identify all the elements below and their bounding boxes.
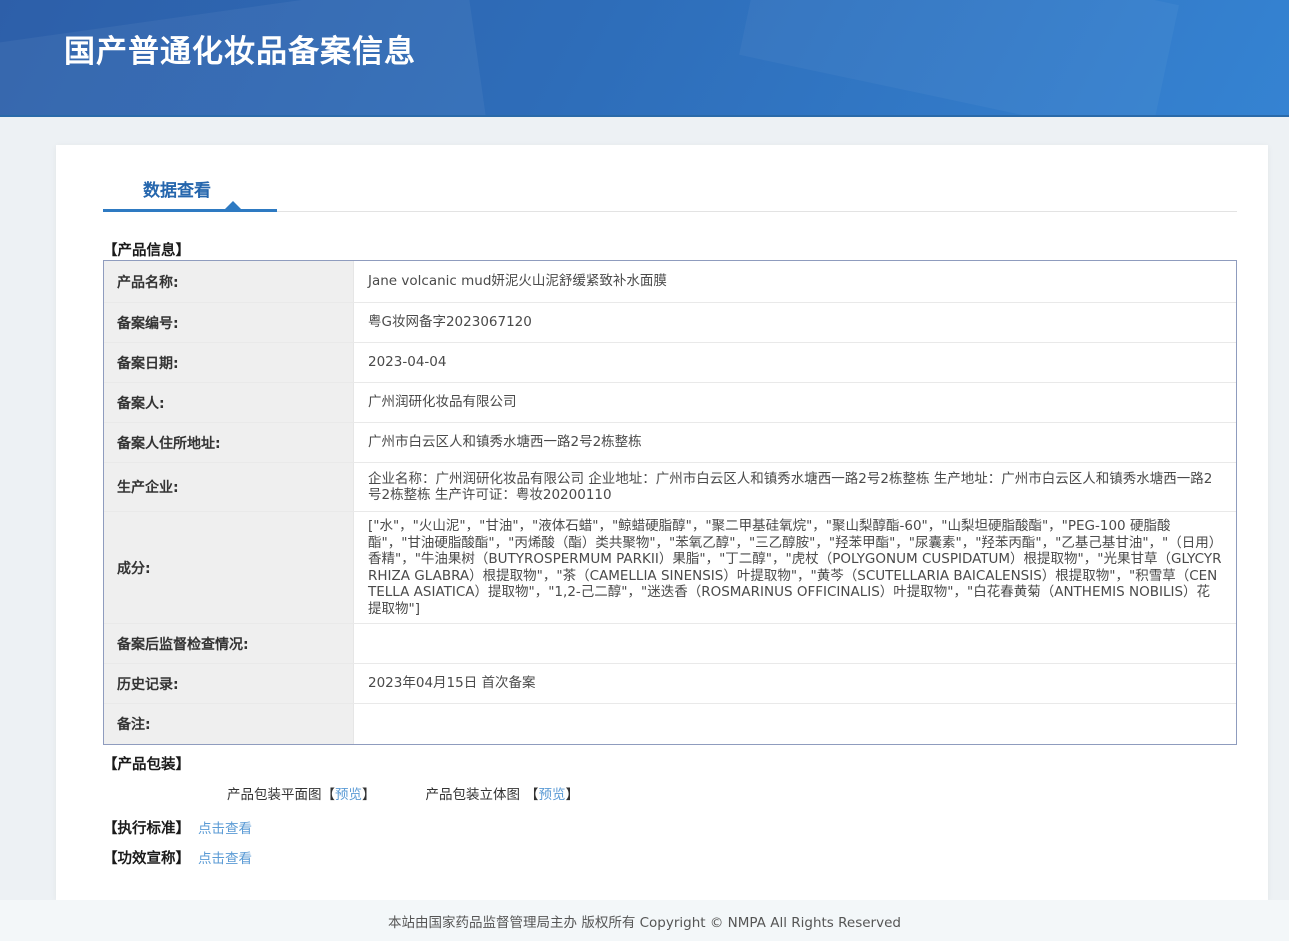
row-value: Jane volcanic mud妍泥火山泥舒缓紧致补水面膜 [354, 261, 1236, 302]
bracket-close: 】 [566, 787, 580, 803]
table-row-history: 历史记录: 2023年04月15日 首次备案 [104, 664, 1236, 704]
table-row-registration-number: 备案编号: 粤G妆网备字2023067120 [104, 303, 1236, 343]
tab-data-view[interactable]: 数据查看 [143, 176, 211, 201]
row-label: 生产企业: [104, 463, 354, 511]
row-value: 广州市白云区人和镇秀水塘西一路2号2栋整栋 [354, 423, 1236, 462]
copyright-text: 本站由国家药品监督管理局主办 版权所有 Copyright © NMPA All… [388, 911, 901, 931]
content-card: 数据查看 【产品信息】 产品名称: Jane volcanic mud妍泥火山泥… [56, 145, 1268, 900]
row-value [354, 704, 1236, 744]
product-info-table: 产品名称: Jane volcanic mud妍泥火山泥舒缓紧致补水面膜 备案编… [103, 260, 1237, 745]
bracket-open: 【 [525, 787, 539, 803]
row-label: 成分: [104, 512, 354, 623]
packaging-flat-preview-link[interactable]: 预览 [335, 787, 362, 803]
table-row-registration-date: 备案日期: 2023-04-04 [104, 343, 1236, 383]
packaging-flat-label: 产品包装平面图 [227, 787, 322, 803]
row-label: 备案编号: [104, 303, 354, 342]
tab-active-arrow-icon [225, 201, 241, 209]
tab-active-indicator [103, 209, 277, 212]
table-row-manufacturer: 生产企业: 企业名称：广州润研化妆品有限公司 企业地址：广州市白云区人和镇秀水塘… [104, 463, 1236, 512]
claims-click-view-link[interactable]: 点击查看 [198, 851, 252, 867]
table-row-product-name: 产品名称: Jane volcanic mud妍泥火山泥舒缓紧致补水面膜 [104, 261, 1236, 303]
section-title-claims: 【功效宣称】 [103, 851, 190, 867]
row-value: 2023-04-04 [354, 343, 1236, 382]
row-label: 备案人: [104, 383, 354, 422]
standard-click-view-link[interactable]: 点击查看 [198, 821, 252, 837]
row-value: ["水"，"火山泥"，"甘油"，"液体石蜡"，"鲸蜡硬脂醇"，"聚二甲基硅氧烷"… [354, 512, 1236, 623]
bracket-close: 】 [362, 787, 376, 803]
row-label: 备案日期: [104, 343, 354, 382]
packaging-flat-item: 产品包装平面图【预览】 [227, 783, 376, 803]
claims-row: 【功效宣称】点击查看 [103, 847, 252, 868]
page-banner: 国产普通化妆品备案信息 [0, 0, 1289, 117]
row-value: 2023年04月15日 首次备案 [354, 664, 1236, 703]
row-value: 企业名称：广州润研化妆品有限公司 企业地址：广州市白云区人和镇秀水塘西一路2号2… [354, 463, 1236, 511]
row-value [354, 624, 1236, 663]
tab-underline [103, 202, 1237, 212]
standard-row: 【执行标准】点击查看 [103, 817, 252, 838]
row-value: 粤G妆网备字2023067120 [354, 303, 1236, 342]
section-title-standard: 【执行标准】 [103, 821, 190, 837]
row-label: 备注: [104, 704, 354, 744]
packaging-stereo-item: 产品包装立体图【预览】 [426, 783, 580, 803]
row-label: 备案后监督检查情况: [104, 624, 354, 663]
packaging-stereo-preview-link[interactable]: 预览 [539, 787, 566, 803]
row-value: 广州润研化妆品有限公司 [354, 383, 1236, 422]
table-row-ingredients: 成分: ["水"，"火山泥"，"甘油"，"液体石蜡"，"鲸蜡硬脂醇"，"聚二甲基… [104, 512, 1236, 624]
page-title: 国产普通化妆品备案信息 [64, 26, 416, 71]
table-row-remarks: 备注: [104, 704, 1236, 744]
page-footer: 本站由国家药品监督管理局主办 版权所有 Copyright © NMPA All… [0, 900, 1289, 941]
packaging-stereo-label: 产品包装立体图 [426, 787, 521, 803]
section-title-product-info: 【产品信息】 [103, 239, 190, 260]
packaging-previews: 产品包装平面图【预览】 产品包装立体图【预览】 [227, 783, 579, 803]
table-row-supervision: 备案后监督检查情况: [104, 624, 1236, 664]
table-row-registrant: 备案人: 广州润研化妆品有限公司 [104, 383, 1236, 423]
row-label: 历史记录: [104, 664, 354, 703]
bracket-open: 【 [322, 787, 336, 803]
table-row-registrant-address: 备案人住所地址: 广州市白云区人和镇秀水塘西一路2号2栋整栋 [104, 423, 1236, 463]
section-title-packaging: 【产品包装】 [103, 753, 190, 774]
row-label: 备案人住所地址: [104, 423, 354, 462]
row-label: 产品名称: [104, 261, 354, 302]
